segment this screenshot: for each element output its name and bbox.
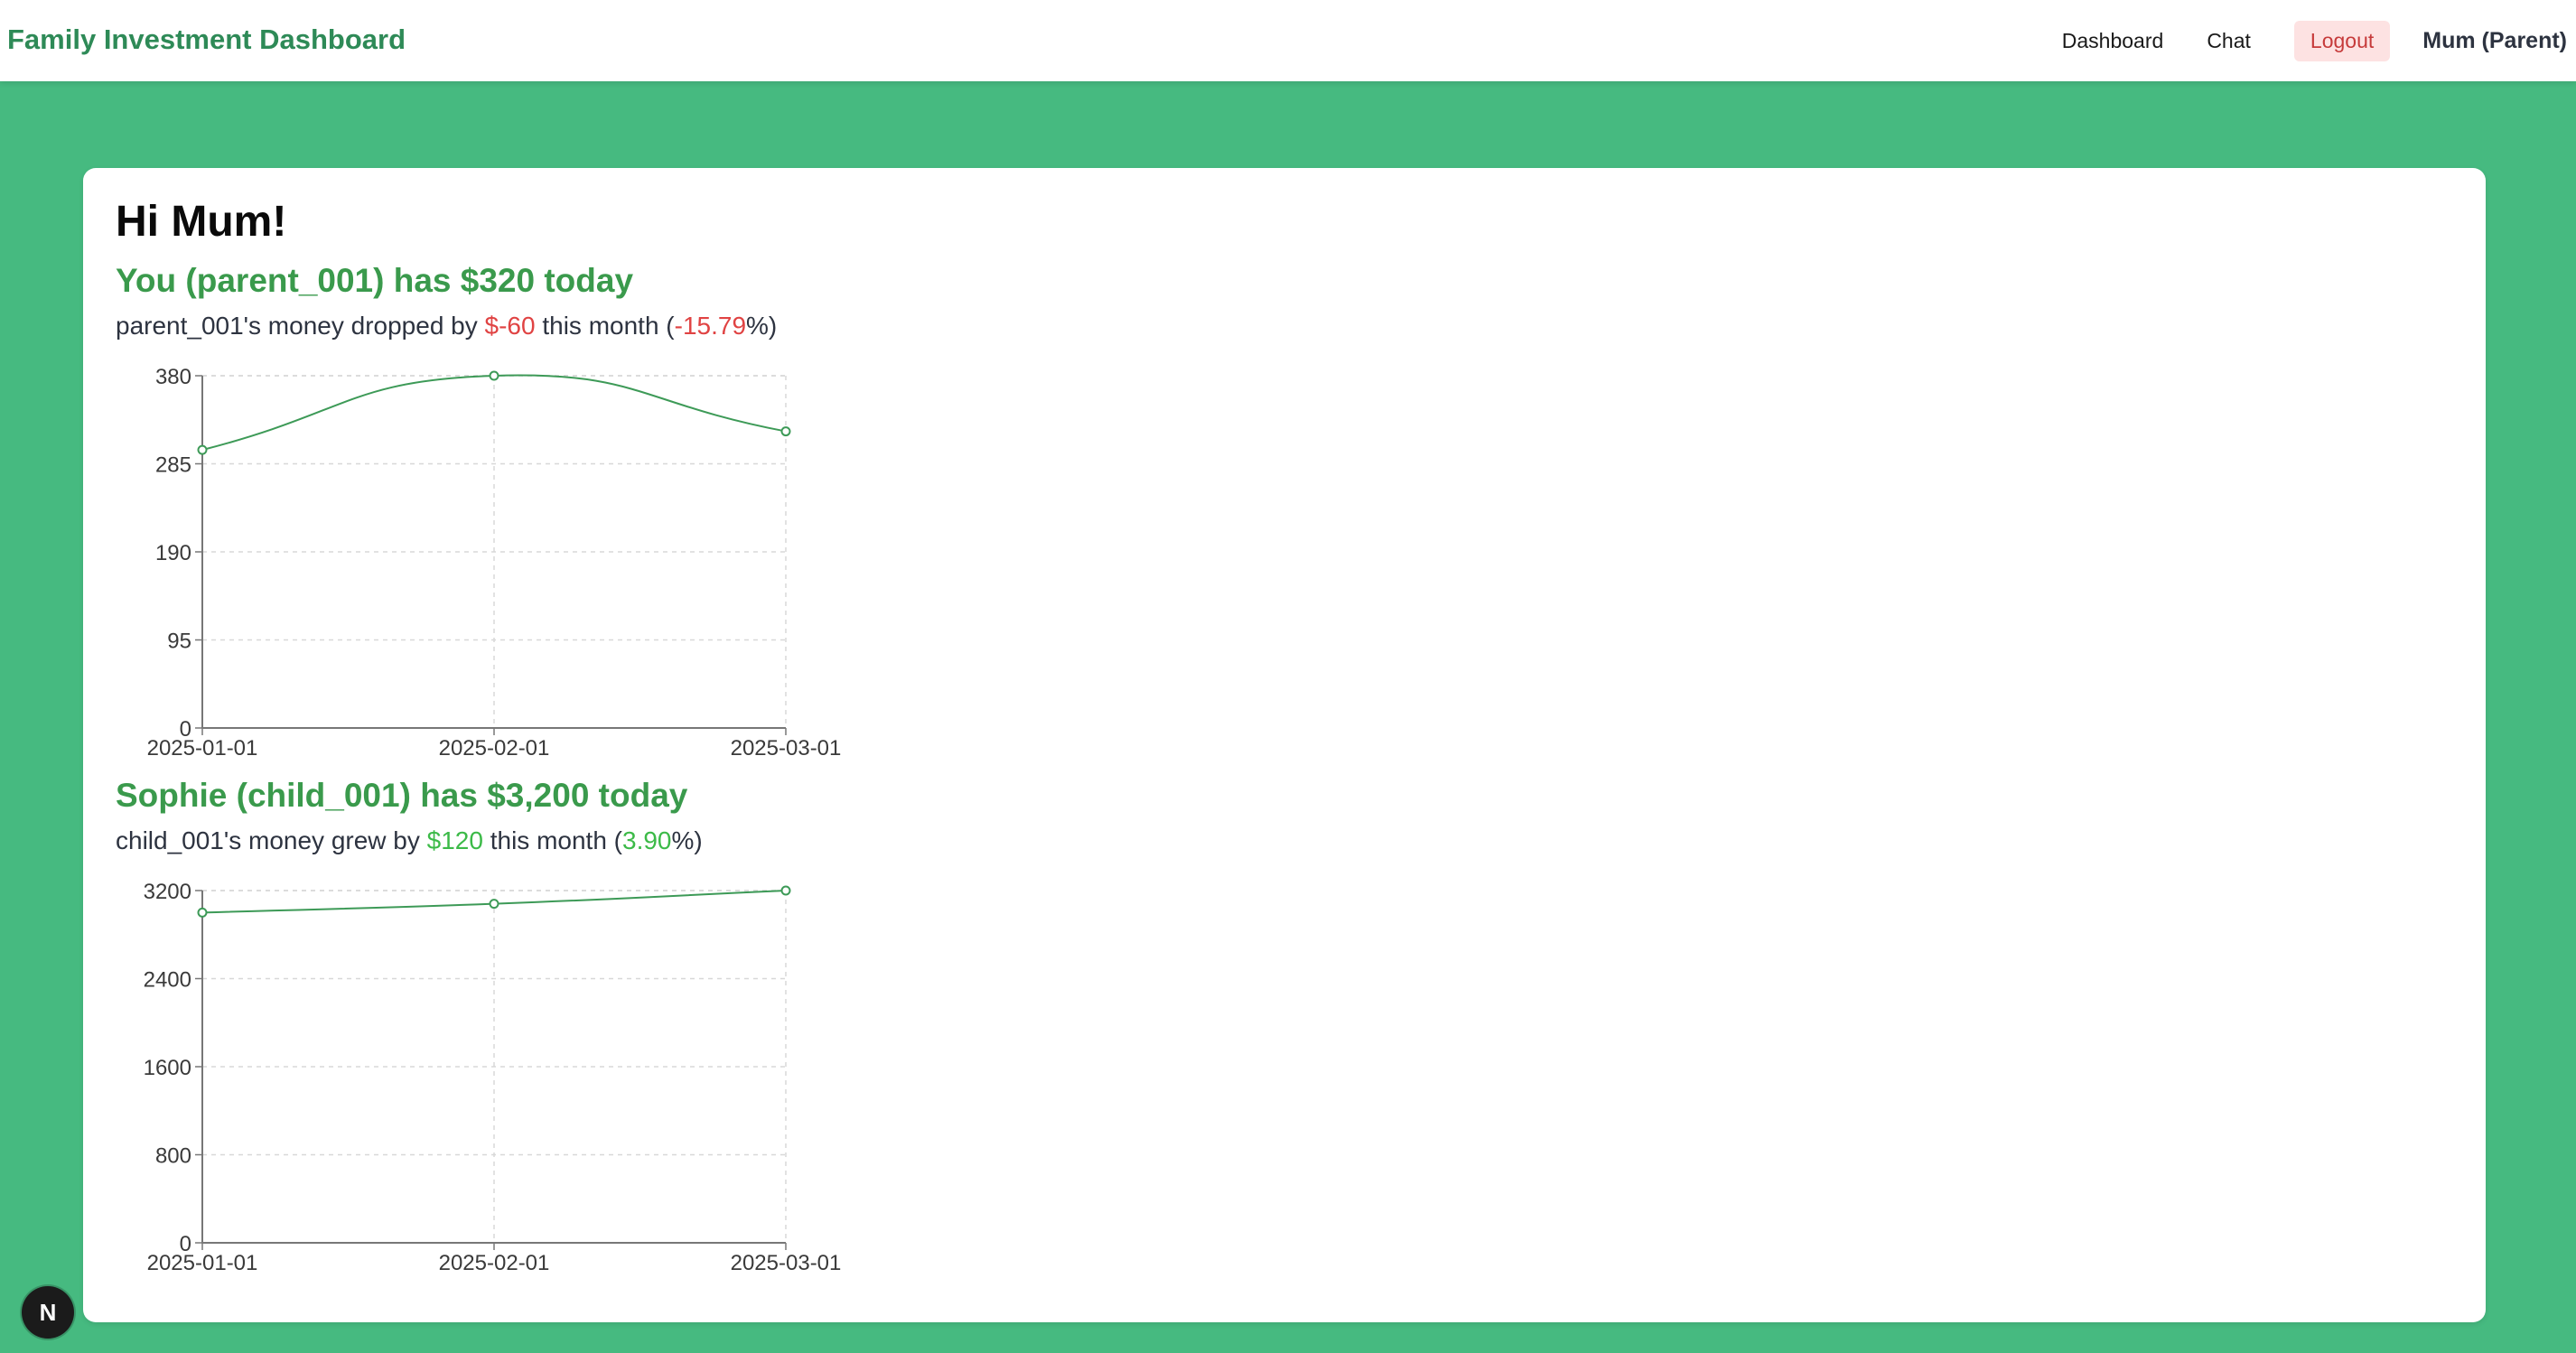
member-balance-title: You (parent_001) has $320 today: [116, 262, 634, 299]
change-prefix: child_001's money grew by: [116, 826, 427, 854]
change-percent: 3.90: [622, 826, 672, 854]
data-point: [489, 370, 499, 381]
change-prefix: parent_001's money dropped by: [116, 312, 485, 340]
change-suffix: %): [746, 312, 778, 340]
current-user-label: Mum (Parent): [2422, 27, 2567, 53]
change-percent: -15.79: [674, 312, 747, 340]
y-tick-label: 190: [155, 541, 191, 565]
logout-button[interactable]: Logout: [2293, 20, 2391, 61]
y-tick-label: 800: [155, 1144, 191, 1169]
y-tick-label: 285: [155, 453, 191, 478]
app-title[interactable]: Family Investment Dashboard: [7, 23, 406, 56]
nav-dashboard-link[interactable]: Dashboard: [2062, 29, 2164, 53]
change-suffix: %): [671, 826, 703, 854]
member-change-summary: child_001's money grew by $120 this mont…: [116, 826, 703, 855]
nav-menu: Dashboard Chat Logout Mum (Parent): [2062, 0, 2567, 81]
data-point: [489, 899, 499, 910]
y-tick-label: 3200: [144, 880, 191, 904]
data-point: [780, 426, 791, 437]
child-balance-chart: 08001600240032002025-01-01 2025-02-01 2025…: [144, 880, 842, 1275]
member-balance-title: Sophie (child_001) has $3,200 today: [116, 777, 688, 814]
greeting-heading: Hi Mum!: [116, 198, 287, 246]
y-tick-label: 380: [155, 365, 191, 389]
x-tick-label: 2025-03-01: [731, 1251, 842, 1275]
x-tick-label: 2025-02-01: [439, 736, 550, 760]
data-point: [197, 907, 208, 918]
top-navbar: Family Investment Dashboard Dashboard Ch…: [0, 0, 2576, 81]
x-tick-label: 2025-01-01: [147, 736, 258, 760]
devtools-badge[interactable]: N: [22, 1286, 74, 1339]
data-point: [780, 885, 791, 896]
nav-chat-link[interactable]: Chat: [2207, 29, 2251, 53]
x-tick-label: 2025-02-01: [439, 1251, 550, 1275]
y-tick-label: 1600: [144, 1056, 191, 1080]
change-middle: this month (: [535, 312, 675, 340]
member-change-summary: parent_001's money dropped by $-60 this …: [116, 312, 777, 341]
data-point: [197, 444, 208, 455]
y-tick-label: 95: [167, 630, 191, 654]
x-tick-label: 2025-03-01: [731, 736, 842, 760]
change-middle: this month (: [482, 826, 622, 854]
x-tick-label: 2025-01-01: [147, 1251, 258, 1275]
change-amount: $120: [426, 826, 483, 854]
change-amount: $-60: [484, 312, 536, 340]
parent-balance-chart: 0951902853802025-01-01 2025-02-01 2025-03-…: [147, 365, 842, 760]
y-tick-label: 2400: [144, 968, 191, 993]
